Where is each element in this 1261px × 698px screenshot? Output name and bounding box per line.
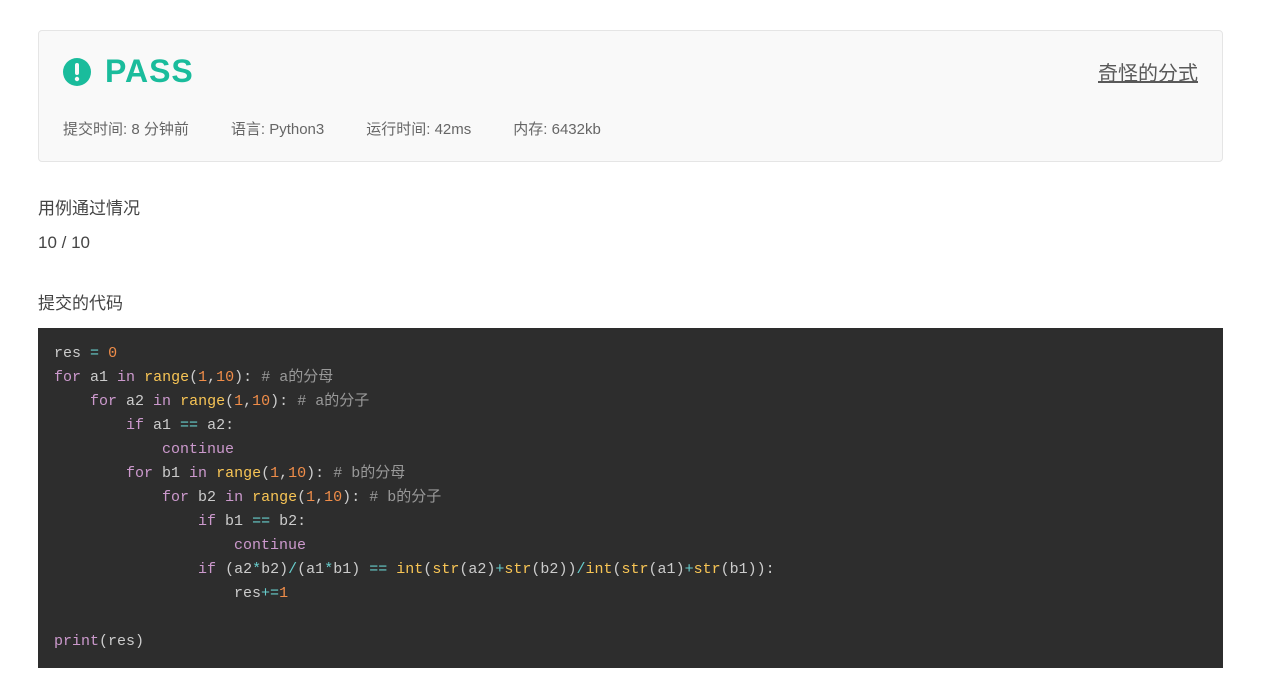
status-text: PASS [105, 53, 194, 90]
exclamation-circle-icon [63, 58, 91, 86]
meta-row: 提交时间: 8 分钟前 语言: Python3 运行时间: 42ms 内存: 6… [63, 118, 1198, 139]
meta-runtime: 运行时间: 42ms [366, 118, 471, 139]
problem-link[interactable]: 奇怪的分式 [1098, 57, 1198, 86]
testcase-result: 10 / 10 [38, 233, 1223, 253]
status-header: PASS 奇怪的分式 [63, 53, 1198, 90]
status-left: PASS [63, 53, 194, 90]
meta-submit-time: 提交时间: 8 分钟前 [63, 118, 189, 139]
meta-memory: 内存: 6432kb [513, 118, 601, 139]
meta-language: 语言: Python3 [231, 118, 324, 139]
code-title: 提交的代码 [38, 289, 1223, 314]
status-panel: PASS 奇怪的分式 提交时间: 8 分钟前 语言: Python3 运行时间:… [38, 30, 1223, 162]
testcase-title: 用例通过情况 [38, 194, 1223, 219]
code-block[interactable]: res = 0 for a1 in range(1,10): # a的分母 fo… [38, 328, 1223, 668]
